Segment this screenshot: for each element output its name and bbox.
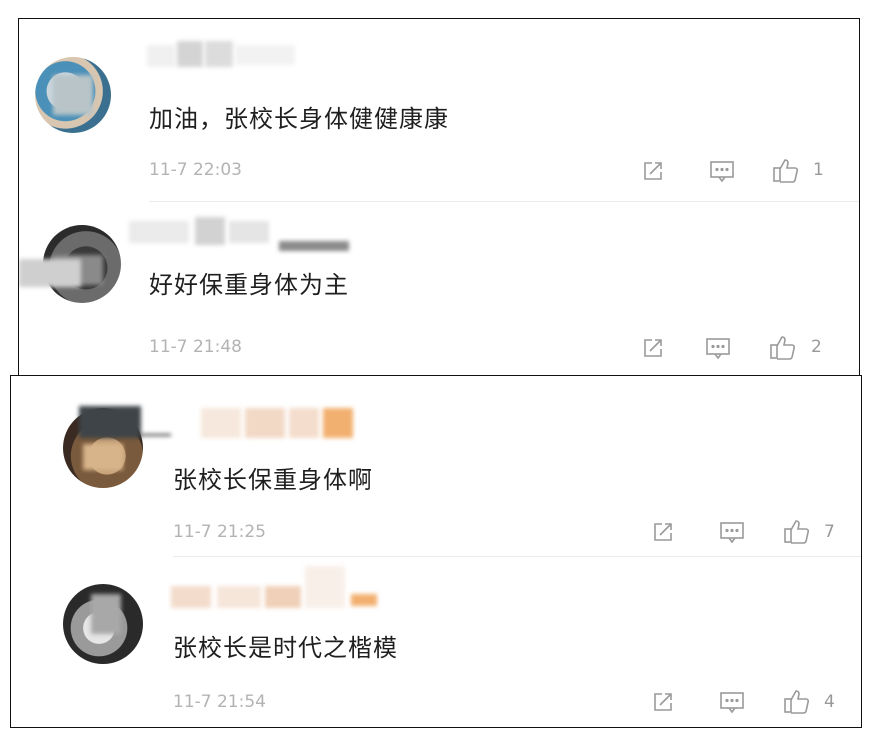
username-blurred[interactable] xyxy=(141,404,371,444)
avatar-overlay xyxy=(79,406,141,438)
like-count: 7 xyxy=(824,522,835,542)
comment-item: 加油，张校长身体健健康康 11-7 22:03 1 xyxy=(19,19,859,199)
share-icon[interactable] xyxy=(651,690,675,714)
username-blurred[interactable] xyxy=(161,566,391,610)
comment-icon[interactable] xyxy=(705,336,731,360)
comment-icon[interactable] xyxy=(719,690,745,714)
like-count: 1 xyxy=(813,160,824,180)
avatar-overlay xyxy=(19,259,81,287)
comment-item: 张校长保重身体啊 11-7 21:25 7 xyxy=(11,376,861,556)
share-icon[interactable] xyxy=(641,159,665,183)
username-blurred[interactable] xyxy=(147,41,297,73)
divider xyxy=(149,201,859,202)
comment-text: 张校长保重身体啊 xyxy=(173,466,373,494)
comment-panel-top: 加油，张校长身体健健康康 11-7 22:03 1 好好保重身体为主 11-7 … xyxy=(18,18,860,376)
thumbs-up-icon[interactable] xyxy=(783,518,811,544)
divider xyxy=(173,556,861,557)
username-blurred[interactable] xyxy=(129,215,359,255)
comment-item: 好好保重身体为主 11-7 21:48 2 xyxy=(19,203,859,375)
thumbs-up-icon[interactable] xyxy=(772,157,800,183)
comment-time: 11-7 21:48 xyxy=(149,337,242,357)
share-icon[interactable] xyxy=(651,520,675,544)
like-count: 2 xyxy=(811,337,822,357)
thumbs-up-icon[interactable] xyxy=(769,334,797,360)
comment-icon[interactable] xyxy=(719,520,745,544)
share-icon[interactable] xyxy=(641,336,665,360)
thumbs-up-icon[interactable] xyxy=(783,688,811,714)
comment-time: 11-7 21:54 xyxy=(173,692,266,712)
comment-text: 张校长是时代之楷模 xyxy=(173,634,398,662)
avatar[interactable] xyxy=(35,57,111,133)
comment-icon[interactable] xyxy=(709,159,735,183)
comment-text: 加油，张校长身体健健康康 xyxy=(149,105,449,133)
comment-text: 好好保重身体为主 xyxy=(149,271,349,299)
comment-time: 11-7 22:03 xyxy=(149,160,242,180)
comment-item: 张校长是时代之楷模 11-7 21:54 4 xyxy=(11,558,861,727)
like-count: 4 xyxy=(824,692,835,712)
avatar[interactable] xyxy=(63,584,143,664)
comment-panel-bottom: 张校长保重身体啊 11-7 21:25 7 张校长是时代之楷模 11-7 21:… xyxy=(10,375,862,728)
comment-time: 11-7 21:25 xyxy=(173,522,266,542)
